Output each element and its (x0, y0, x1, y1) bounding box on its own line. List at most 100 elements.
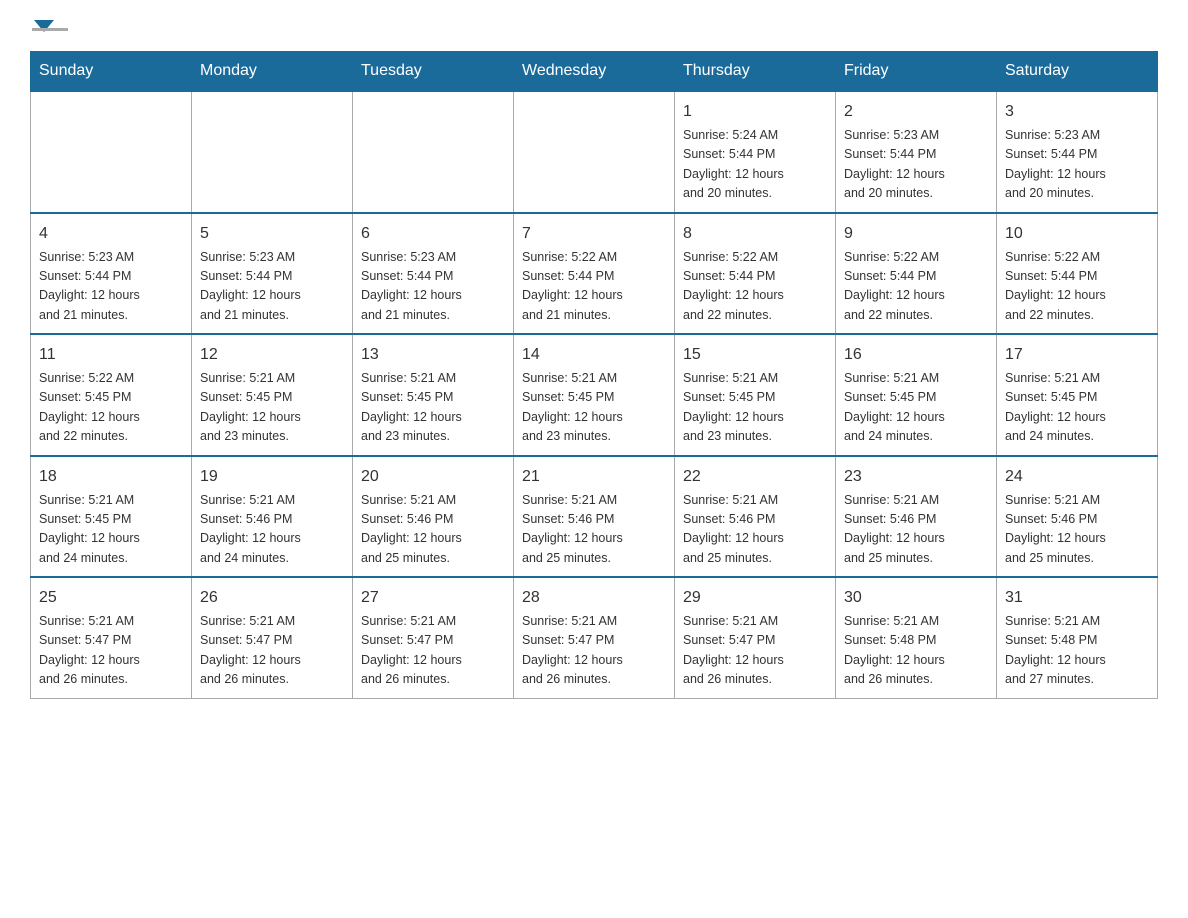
day-info: Sunrise: 5:21 AMSunset: 5:46 PMDaylight:… (200, 491, 344, 569)
day-info: Sunrise: 5:24 AMSunset: 5:44 PMDaylight:… (683, 126, 827, 204)
week-row-5: 25Sunrise: 5:21 AMSunset: 5:47 PMDayligh… (31, 577, 1158, 698)
calendar-cell: 5Sunrise: 5:23 AMSunset: 5:44 PMDaylight… (192, 213, 353, 335)
calendar-cell: 28Sunrise: 5:21 AMSunset: 5:47 PMDayligh… (514, 577, 675, 698)
calendar-cell: 13Sunrise: 5:21 AMSunset: 5:45 PMDayligh… (353, 334, 514, 456)
calendar-cell: 31Sunrise: 5:21 AMSunset: 5:48 PMDayligh… (997, 577, 1158, 698)
calendar-cell: 1Sunrise: 5:24 AMSunset: 5:44 PMDaylight… (675, 91, 836, 213)
calendar-cell (353, 91, 514, 213)
day-info: Sunrise: 5:23 AMSunset: 5:44 PMDaylight:… (39, 248, 183, 326)
day-number: 23 (844, 465, 988, 489)
day-info: Sunrise: 5:21 AMSunset: 5:47 PMDaylight:… (200, 612, 344, 690)
day-number: 28 (522, 586, 666, 610)
calendar-cell: 25Sunrise: 5:21 AMSunset: 5:47 PMDayligh… (31, 577, 192, 698)
calendar-cell (514, 91, 675, 213)
day-number: 29 (683, 586, 827, 610)
day-info: Sunrise: 5:21 AMSunset: 5:47 PMDaylight:… (361, 612, 505, 690)
calendar-cell: 11Sunrise: 5:22 AMSunset: 5:45 PMDayligh… (31, 334, 192, 456)
calendar-cell: 29Sunrise: 5:21 AMSunset: 5:47 PMDayligh… (675, 577, 836, 698)
day-header-saturday: Saturday (997, 52, 1158, 92)
calendar-cell: 9Sunrise: 5:22 AMSunset: 5:44 PMDaylight… (836, 213, 997, 335)
calendar-cell: 4Sunrise: 5:23 AMSunset: 5:44 PMDaylight… (31, 213, 192, 335)
day-info: Sunrise: 5:21 AMSunset: 5:46 PMDaylight:… (683, 491, 827, 569)
day-number: 17 (1005, 343, 1149, 367)
day-info: Sunrise: 5:21 AMSunset: 5:46 PMDaylight:… (1005, 491, 1149, 569)
day-number: 31 (1005, 586, 1149, 610)
day-info: Sunrise: 5:21 AMSunset: 5:47 PMDaylight:… (39, 612, 183, 690)
day-info: Sunrise: 5:23 AMSunset: 5:44 PMDaylight:… (1005, 126, 1149, 204)
day-header-monday: Monday (192, 52, 353, 92)
page-header (30, 20, 1158, 31)
day-number: 12 (200, 343, 344, 367)
calendar-cell: 27Sunrise: 5:21 AMSunset: 5:47 PMDayligh… (353, 577, 514, 698)
calendar-cell: 19Sunrise: 5:21 AMSunset: 5:46 PMDayligh… (192, 456, 353, 578)
day-info: Sunrise: 5:22 AMSunset: 5:44 PMDaylight:… (522, 248, 666, 326)
day-number: 3 (1005, 100, 1149, 124)
calendar-cell: 24Sunrise: 5:21 AMSunset: 5:46 PMDayligh… (997, 456, 1158, 578)
day-number: 11 (39, 343, 183, 367)
day-info: Sunrise: 5:21 AMSunset: 5:45 PMDaylight:… (522, 369, 666, 447)
calendar-cell: 22Sunrise: 5:21 AMSunset: 5:46 PMDayligh… (675, 456, 836, 578)
day-number: 13 (361, 343, 505, 367)
day-info: Sunrise: 5:22 AMSunset: 5:45 PMDaylight:… (39, 369, 183, 447)
day-info: Sunrise: 5:22 AMSunset: 5:44 PMDaylight:… (1005, 248, 1149, 326)
calendar-cell: 6Sunrise: 5:23 AMSunset: 5:44 PMDaylight… (353, 213, 514, 335)
day-number: 18 (39, 465, 183, 489)
day-number: 6 (361, 222, 505, 246)
day-info: Sunrise: 5:21 AMSunset: 5:45 PMDaylight:… (1005, 369, 1149, 447)
calendar-cell: 21Sunrise: 5:21 AMSunset: 5:46 PMDayligh… (514, 456, 675, 578)
day-number: 5 (200, 222, 344, 246)
calendar-header-row: SundayMondayTuesdayWednesdayThursdayFrid… (31, 52, 1158, 92)
day-info: Sunrise: 5:23 AMSunset: 5:44 PMDaylight:… (200, 248, 344, 326)
day-header-sunday: Sunday (31, 52, 192, 92)
day-info: Sunrise: 5:21 AMSunset: 5:46 PMDaylight:… (361, 491, 505, 569)
day-number: 1 (683, 100, 827, 124)
day-number: 26 (200, 586, 344, 610)
day-info: Sunrise: 5:21 AMSunset: 5:45 PMDaylight:… (844, 369, 988, 447)
calendar-cell: 18Sunrise: 5:21 AMSunset: 5:45 PMDayligh… (31, 456, 192, 578)
week-row-1: 1Sunrise: 5:24 AMSunset: 5:44 PMDaylight… (31, 91, 1158, 213)
calendar-cell: 3Sunrise: 5:23 AMSunset: 5:44 PMDaylight… (997, 91, 1158, 213)
day-number: 8 (683, 222, 827, 246)
calendar-cell: 10Sunrise: 5:22 AMSunset: 5:44 PMDayligh… (997, 213, 1158, 335)
day-number: 21 (522, 465, 666, 489)
calendar-cell: 15Sunrise: 5:21 AMSunset: 5:45 PMDayligh… (675, 334, 836, 456)
day-header-wednesday: Wednesday (514, 52, 675, 92)
day-info: Sunrise: 5:21 AMSunset: 5:46 PMDaylight:… (844, 491, 988, 569)
day-info: Sunrise: 5:21 AMSunset: 5:45 PMDaylight:… (683, 369, 827, 447)
calendar-cell (192, 91, 353, 213)
calendar-cell: 12Sunrise: 5:21 AMSunset: 5:45 PMDayligh… (192, 334, 353, 456)
day-number: 14 (522, 343, 666, 367)
week-row-2: 4Sunrise: 5:23 AMSunset: 5:44 PMDaylight… (31, 213, 1158, 335)
day-number: 22 (683, 465, 827, 489)
week-row-4: 18Sunrise: 5:21 AMSunset: 5:45 PMDayligh… (31, 456, 1158, 578)
day-header-friday: Friday (836, 52, 997, 92)
day-info: Sunrise: 5:21 AMSunset: 5:46 PMDaylight:… (522, 491, 666, 569)
calendar-cell: 8Sunrise: 5:22 AMSunset: 5:44 PMDaylight… (675, 213, 836, 335)
day-number: 19 (200, 465, 344, 489)
day-info: Sunrise: 5:21 AMSunset: 5:47 PMDaylight:… (522, 612, 666, 690)
logo-line-icon (32, 28, 68, 31)
day-header-thursday: Thursday (675, 52, 836, 92)
day-number: 27 (361, 586, 505, 610)
day-number: 25 (39, 586, 183, 610)
day-info: Sunrise: 5:21 AMSunset: 5:48 PMDaylight:… (1005, 612, 1149, 690)
day-header-tuesday: Tuesday (353, 52, 514, 92)
day-number: 10 (1005, 222, 1149, 246)
day-info: Sunrise: 5:21 AMSunset: 5:45 PMDaylight:… (200, 369, 344, 447)
day-number: 16 (844, 343, 988, 367)
calendar-cell: 30Sunrise: 5:21 AMSunset: 5:48 PMDayligh… (836, 577, 997, 698)
day-number: 2 (844, 100, 988, 124)
calendar-cell: 7Sunrise: 5:22 AMSunset: 5:44 PMDaylight… (514, 213, 675, 335)
day-info: Sunrise: 5:23 AMSunset: 5:44 PMDaylight:… (361, 248, 505, 326)
calendar-cell: 2Sunrise: 5:23 AMSunset: 5:44 PMDaylight… (836, 91, 997, 213)
day-info: Sunrise: 5:22 AMSunset: 5:44 PMDaylight:… (844, 248, 988, 326)
calendar-cell: 26Sunrise: 5:21 AMSunset: 5:47 PMDayligh… (192, 577, 353, 698)
day-number: 9 (844, 222, 988, 246)
calendar-cell: 17Sunrise: 5:21 AMSunset: 5:45 PMDayligh… (997, 334, 1158, 456)
day-info: Sunrise: 5:23 AMSunset: 5:44 PMDaylight:… (844, 126, 988, 204)
day-number: 4 (39, 222, 183, 246)
day-number: 30 (844, 586, 988, 610)
day-info: Sunrise: 5:21 AMSunset: 5:47 PMDaylight:… (683, 612, 827, 690)
day-info: Sunrise: 5:21 AMSunset: 5:45 PMDaylight:… (361, 369, 505, 447)
day-number: 7 (522, 222, 666, 246)
